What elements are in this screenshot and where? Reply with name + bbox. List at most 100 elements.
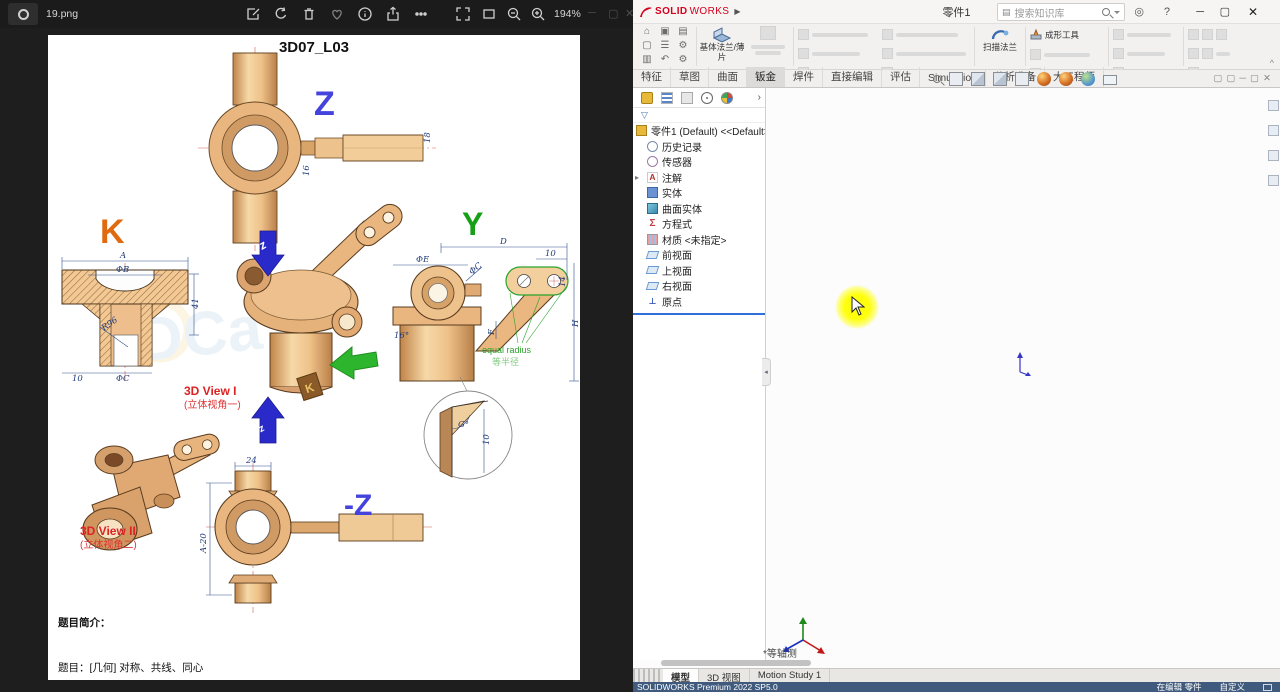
expand-caret-icon[interactable]: ▸ <box>635 173 639 182</box>
tree-item-label: 实体 <box>662 189 682 201</box>
displaymanager-tab-icon[interactable] <box>721 91 733 104</box>
tree-filter[interactable]: ▽ <box>633 108 765 123</box>
appearance-icon[interactable] <box>1059 72 1073 86</box>
scan-flange-label: 扫描法兰 <box>982 42 1017 52</box>
propertymanager-tab-icon[interactable] <box>661 91 673 104</box>
configuration-tab-icon[interactable] <box>681 91 693 104</box>
tree-item-solid-bodies[interactable]: 实体 <box>633 185 765 201</box>
status-custom[interactable]: 自定义 <box>1219 681 1245 692</box>
doc-tab-model[interactable]: 模型 <box>663 669 700 684</box>
panel-collapse-arrow[interactable]: ◂ <box>762 358 771 386</box>
doc-tab-motion-study[interactable]: Motion Study 1 <box>750 669 831 682</box>
section-view-icon[interactable] <box>971 72 985 86</box>
screen: 19.png 194% ─ ▢ ✕ 3DCaT 3D07_L03 16 18 Z… <box>0 0 1280 692</box>
info-icon[interactable] <box>357 6 373 22</box>
zoom-to-fit-icon[interactable] <box>933 75 941 83</box>
search-icon[interactable] <box>1102 8 1110 16</box>
zoom-level[interactable]: 194% <box>554 8 581 20</box>
search-box[interactable]: ▤ 搜索知识库 <box>997 3 1125 21</box>
task-pane-icon[interactable] <box>1268 175 1279 186</box>
tab-weldments[interactable]: 焊件 <box>785 67 823 87</box>
base-flange-label: 基体法兰/薄片 <box>699 42 745 62</box>
base-flange-button[interactable]: 基体法兰/薄片 <box>699 24 745 69</box>
dim-k-a: A <box>119 251 126 261</box>
more-icon[interactable] <box>413 6 429 22</box>
photos-maximize-button[interactable]: ▢ <box>608 7 618 20</box>
view-orientation-icon[interactable] <box>993 72 1007 86</box>
tab-scroll-area[interactable] <box>633 669 663 682</box>
tree-root[interactable]: 零件1 (Default) <<Default>_Photo <box>633 123 765 139</box>
status-sheet-icon[interactable] <box>1263 683 1272 691</box>
sw-minimize-button[interactable]: ─ <box>1196 6 1204 18</box>
knowledge-icon: ▤ <box>1002 6 1011 17</box>
tree-item-top-plane[interactable]: 上视面 <box>633 263 765 279</box>
edit-icon[interactable] <box>245 6 261 22</box>
brand-arrow-icon[interactable]: ▶ <box>734 7 740 16</box>
undo-icon[interactable]: ↶ <box>656 54 674 68</box>
help-icon[interactable]: ? <box>1164 6 1170 18</box>
photos-minimize-button[interactable]: ─ <box>588 7 596 19</box>
user-account-icon[interactable]: ◎ <box>1134 5 1144 18</box>
tab-surfaces[interactable]: 曲面 <box>709 67 747 87</box>
dimxpert-tab-icon[interactable] <box>701 91 713 104</box>
hide-show-items-icon[interactable] <box>1037 72 1051 86</box>
document-window-controls[interactable]: ▢▢─▢✕ <box>1213 73 1275 84</box>
horizontal-scrollbar[interactable] <box>661 660 811 666</box>
share-icon[interactable] <box>385 6 401 22</box>
zoom-out-icon[interactable] <box>506 6 522 22</box>
panel-expand-icon[interactable]: › <box>758 92 761 103</box>
search-caret-icon[interactable] <box>1114 10 1120 17</box>
sw-maximize-button[interactable]: ▢ <box>1220 5 1230 18</box>
tree-item-right-plane[interactable]: 右视面 <box>633 278 765 294</box>
rebuild-icon[interactable]: ☰ <box>656 40 674 54</box>
photos-app-icon[interactable] <box>8 3 38 25</box>
scan-flange-button[interactable]: 扫描法兰 <box>977 24 1023 69</box>
doc-tab-3dviews[interactable]: 3D 视图 <box>699 669 750 684</box>
tab-sketch[interactable]: 草图 <box>671 67 709 87</box>
fit-to-window-icon[interactable] <box>481 6 497 22</box>
new-doc-icon[interactable]: ▢ <box>638 40 656 54</box>
featuremanager-tab-icon[interactable] <box>641 91 653 104</box>
save-icon[interactable]: ▣ <box>656 26 674 40</box>
ribbon-collapse-icon[interactable]: ^ <box>1270 58 1274 68</box>
scene-icon[interactable] <box>1081 72 1095 86</box>
tree-item-sensors[interactable]: 传感器 <box>633 154 765 170</box>
photos-filename: 19.png <box>46 8 79 20</box>
tree-item-front-plane[interactable]: 前视面 <box>633 247 765 263</box>
rotate-icon[interactable] <box>273 6 289 22</box>
zoom-to-area-icon[interactable] <box>949 72 963 86</box>
task-pane-icon[interactable] <box>1268 150 1279 161</box>
status-version: SOLIDWORKS Premium 2022 SP5.0 <box>637 682 778 692</box>
settings-icon[interactable]: ⚙ <box>674 54 692 68</box>
tab-features[interactable]: 特征 <box>633 67 671 87</box>
mouse-cursor <box>851 296 865 316</box>
zoom-in-icon[interactable] <box>530 6 546 22</box>
origin-triad <box>1017 352 1031 376</box>
print-icon[interactable]: ▤ <box>674 26 692 40</box>
options-icon[interactable]: ⚙ <box>674 40 692 54</box>
tree-item-annotations[interactable]: ▸ A 注解 <box>633 170 765 186</box>
tree-item-equations[interactable]: Σ 方程式 <box>633 216 765 232</box>
tree-item-origin[interactable]: ⊥ 原点 <box>633 294 765 310</box>
task-pane-icon[interactable] <box>1268 100 1279 111</box>
sw-close-button[interactable]: ✕ <box>1248 5 1258 19</box>
tab-sheet-metal[interactable]: 钣金 <box>747 67 785 87</box>
dim-detail-g: G° <box>458 420 469 430</box>
favorite-icon[interactable] <box>329 6 345 22</box>
forming-tool-button[interactable]: 成形工具 <box>1030 29 1104 41</box>
home-icon[interactable]: ⌂ <box>638 26 656 40</box>
delete-icon[interactable] <box>301 6 317 22</box>
rollback-bar[interactable] <box>633 313 765 315</box>
display-style-icon[interactable] <box>1015 72 1029 86</box>
dim-z-16: 16 <box>302 165 312 176</box>
tab-direct-editing[interactable]: 直接编辑 <box>823 67 882 87</box>
view-settings-icon[interactable] <box>1103 75 1117 85</box>
document-title: 零件1 <box>942 6 971 19</box>
tree-item-material[interactable]: 材质 <未指定> <box>633 232 765 248</box>
tree-item-history[interactable]: 历史记录 <box>633 139 765 155</box>
task-pane-icon[interactable] <box>1268 125 1279 136</box>
open-icon[interactable]: ▥ <box>638 54 656 68</box>
tab-evaluate[interactable]: 评估 <box>882 67 920 87</box>
fullscreen-icon[interactable] <box>455 6 471 22</box>
tree-item-surface-bodies[interactable]: 曲面实体 <box>633 201 765 217</box>
